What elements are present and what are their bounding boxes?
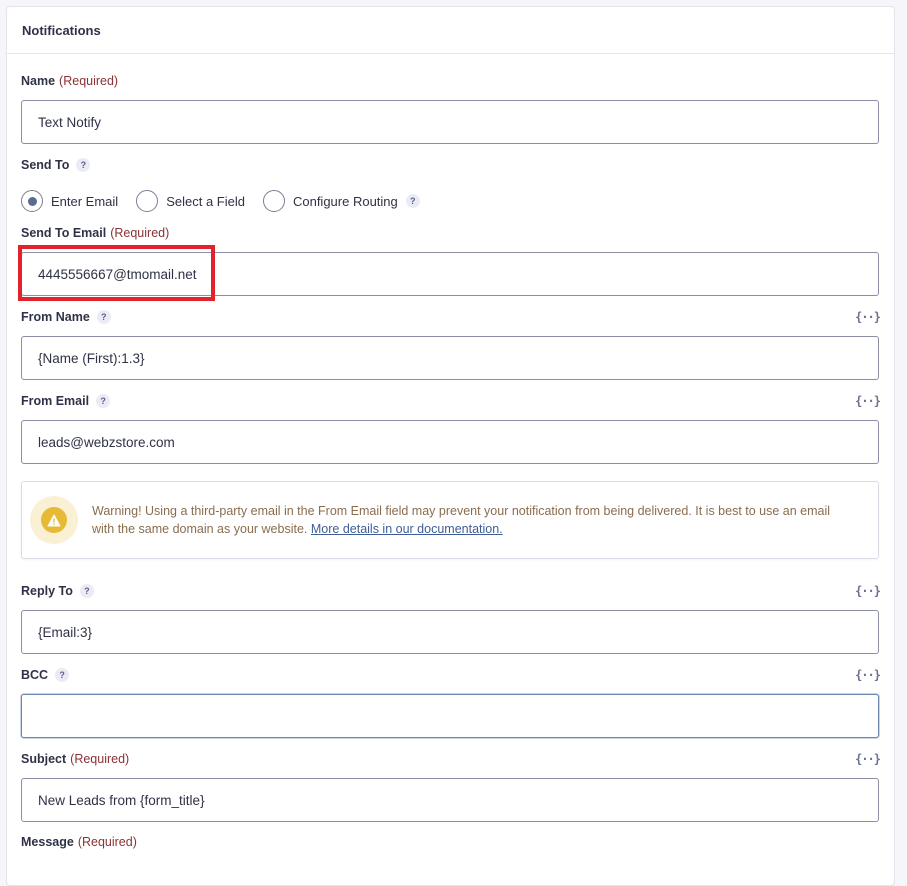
bcc-label-row: BCC ? {··} — [21, 666, 881, 684]
send-to-email-input[interactable] — [21, 252, 879, 296]
from-email-warning: Warning! Using a third-party email in th… — [21, 481, 879, 559]
name-label-row: Name (Required) — [21, 72, 880, 90]
radio-button-selected[interactable] — [21, 190, 43, 212]
radio-enter-email[interactable]: Enter Email — [21, 190, 118, 212]
warning-message: Warning! Using a third-party email in th… — [92, 502, 832, 538]
subject-label: Subject — [21, 752, 67, 766]
required-indicator: (Required) — [77, 835, 137, 849]
warning-triangle-icon — [41, 507, 67, 533]
radio-label: Configure Routing — [292, 193, 398, 209]
radio-button[interactable] — [262, 190, 285, 212]
help-icon[interactable]: ? — [79, 584, 94, 598]
documentation-link[interactable]: More details in our documentation. — [311, 522, 503, 536]
merge-tag-icon[interactable]: {··} — [855, 752, 881, 766]
bcc-label: BCC — [21, 668, 49, 682]
merge-tag-icon[interactable]: {··} — [855, 394, 881, 408]
message-label: Message — [21, 835, 74, 849]
notifications-panel: Notifications Name (Required) Send To ? … — [6, 6, 895, 886]
send-to-radio-group: Enter Email Select a Field Configure Rou… — [21, 189, 438, 213]
radio-dot — [27, 196, 37, 206]
bcc-input[interactable] — [21, 694, 879, 738]
help-icon[interactable]: ? — [96, 394, 111, 408]
name-input[interactable] — [21, 100, 879, 144]
from-email-input[interactable] — [21, 420, 879, 464]
send-to-email-label: Send To Email — [21, 226, 107, 240]
warning-icon-wrapper — [30, 496, 78, 544]
from-name-label-row: From Name ? {··} — [21, 308, 881, 326]
subject-label-row: Subject (Required) {··} — [21, 750, 881, 768]
radio-select-field[interactable]: Select a Field — [136, 190, 245, 212]
send-to-label-row: Send To ? — [21, 156, 880, 174]
name-label: Name — [21, 74, 56, 88]
help-icon[interactable]: ? — [96, 310, 111, 324]
reply-to-label: Reply To — [21, 584, 73, 598]
required-indicator: (Required) — [110, 226, 170, 240]
merge-tag-icon[interactable]: {··} — [855, 668, 881, 682]
merge-tag-icon[interactable]: {··} — [855, 310, 881, 324]
from-name-input[interactable] — [21, 336, 879, 380]
required-indicator: (Required) — [59, 74, 119, 88]
from-email-label: From Email — [21, 394, 90, 408]
help-icon[interactable]: ? — [405, 194, 420, 208]
radio-button[interactable] — [136, 190, 159, 212]
merge-tag-icon[interactable]: {··} — [855, 584, 881, 598]
help-icon[interactable]: ? — [76, 158, 91, 172]
send-to-label: Send To — [21, 158, 70, 172]
send-to-email-label-row: Send To Email (Required) — [21, 224, 880, 242]
help-icon[interactable]: ? — [55, 668, 70, 682]
reply-to-input[interactable] — [21, 610, 879, 654]
radio-label: Select a Field — [166, 193, 245, 209]
radio-label: Enter Email — [51, 193, 119, 209]
from-email-label-row: From Email ? {··} — [21, 392, 881, 410]
from-name-label: From Name — [21, 310, 90, 324]
radio-configure-routing[interactable]: Configure Routing ? — [262, 190, 420, 212]
required-indicator: (Required) — [70, 752, 130, 766]
reply-to-label-row: Reply To ? {··} — [21, 582, 881, 600]
subject-input[interactable] — [21, 778, 879, 822]
panel-title: Notifications — [7, 7, 894, 54]
message-label-row: Message (Required) — [21, 833, 880, 851]
